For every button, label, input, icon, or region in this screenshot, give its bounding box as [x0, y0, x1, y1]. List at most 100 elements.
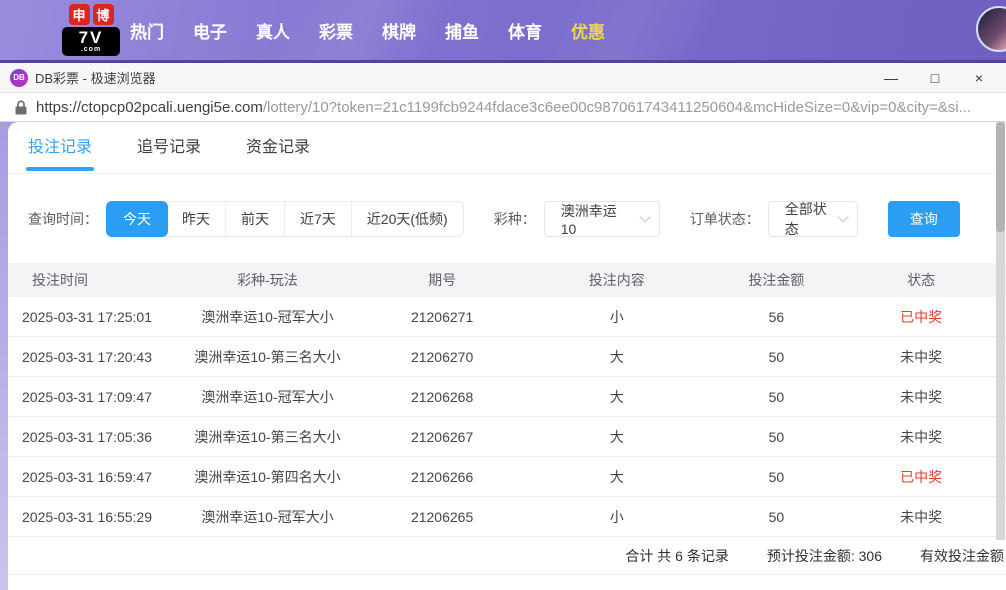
- lottery-select-value: 澳洲幸运10: [560, 203, 617, 237]
- bet-amount-cell: 50: [768, 348, 785, 365]
- bet-time-cell: 2025-03-31 17:05:36: [22, 428, 152, 445]
- status-filter-label: 订单状态：: [689, 211, 760, 227]
- bet-content-cell: 大: [609, 348, 624, 365]
- nav-item-fishing[interactable]: 捕鱼: [445, 18, 479, 43]
- page-content: 投注记录 追号记录 资金记录 查询时间： 今天 昨天 前天 近7天 近20天(低…: [0, 122, 1006, 590]
- lottery-select[interactable]: 澳洲幸运10: [543, 201, 660, 237]
- url-host: https://ctopcp02pcali.uengi5e.com: [36, 98, 263, 116]
- bet-content-cell: 小: [609, 508, 624, 525]
- chevron-down-icon: [837, 211, 849, 223]
- user-avatar[interactable]: [976, 6, 1006, 52]
- chevron-down-icon: [639, 211, 651, 223]
- nav-item-slots[interactable]: 电子: [193, 18, 227, 43]
- tab-bet-records[interactable]: 投注记录: [28, 122, 92, 174]
- bet-content-cell: 大: [609, 388, 624, 405]
- issue-cell: 21206267: [410, 428, 474, 445]
- summary-valid-amount: 有效投注金额: [920, 547, 1004, 564]
- issue-cell: 21206271: [410, 308, 474, 325]
- game-play-cell: 澳洲幸运10-第四名大小: [194, 468, 341, 485]
- bet-time-cell: 2025-03-31 16:55:29: [22, 508, 152, 525]
- window-title: DB彩票 - 极速浏览器: [35, 71, 156, 86]
- tab-chase-records[interactable]: 追号记录: [137, 122, 201, 174]
- browser-tab-favicon: DB: [10, 68, 28, 87]
- bet-content-cell: 大: [609, 468, 624, 485]
- nav-item-lottery[interactable]: 彩票: [319, 18, 353, 43]
- site-nav: 热门 电子 真人 彩票 棋牌 捕鱼 体育 优惠: [130, 18, 605, 43]
- tab-fund-records[interactable]: 资金记录: [246, 122, 310, 174]
- bet-amount-cell: 50: [768, 428, 785, 445]
- lottery-filter-label: 彩种：: [493, 211, 536, 227]
- status-cell: 未中奖: [900, 388, 943, 405]
- header-status: 状态: [907, 272, 936, 288]
- time-filter-label: 查询时间：: [28, 211, 98, 227]
- logo-badge-left: 申: [68, 4, 90, 25]
- logo-badge-right: 博: [92, 4, 114, 25]
- header-game-play: 彩种-玩法: [237, 272, 298, 288]
- logo-brand-suffix: .com: [80, 46, 102, 53]
- bet-time-cell: 2025-03-31 16:59:47: [22, 468, 152, 485]
- nav-item-promo[interactable]: 优惠: [571, 18, 605, 43]
- time-option-7days[interactable]: 近7天: [284, 202, 351, 236]
- site-logo[interactable]: 申 博 7V .com: [62, 4, 120, 56]
- url-path: /lottery/10?token=21c1199fcb9244fdace3c6…: [262, 98, 972, 116]
- status-cell: 已中奖: [900, 468, 943, 485]
- nav-item-chess[interactable]: 棋牌: [382, 18, 416, 43]
- logo-brand-text: 7V: [78, 28, 104, 47]
- table-row: 2025-03-31 17:09:47 澳洲幸运10-冠军大小 21206268…: [8, 377, 1006, 417]
- record-tabs: 投注记录 追号记录 资金记录: [8, 122, 1006, 174]
- minimize-button[interactable]: —: [882, 71, 900, 85]
- logo-badges: 申 博: [62, 4, 120, 25]
- header-bet-content: 投注内容: [588, 272, 645, 288]
- summary-total: 合计 共 6 条记录: [625, 547, 729, 564]
- issue-cell: 21206270: [410, 348, 474, 365]
- time-filter-group: 今天 昨天 前天 近7天 近20天(低频): [106, 201, 464, 237]
- time-option-today[interactable]: 今天: [106, 201, 168, 237]
- issue-cell: 21206266: [410, 468, 474, 485]
- summary-expected-amount: 预计投注金额: 306: [766, 547, 882, 564]
- query-button[interactable]: 查询: [887, 201, 960, 237]
- nav-item-sports[interactable]: 体育: [508, 18, 542, 43]
- close-button[interactable]: ×: [970, 71, 988, 85]
- status-cell: 已中奖: [900, 308, 943, 325]
- bet-time-cell: 2025-03-31 17:20:43: [22, 348, 152, 365]
- table-row: 2025-03-31 16:59:47 澳洲幸运10-第四名大小 2120626…: [8, 457, 1006, 497]
- site-topbar: 申 博 7V .com 热门 电子 真人 彩票 棋牌 捕鱼 体育 优惠: [0, 0, 1006, 60]
- game-play-cell: 澳洲幸运10-第三名大小: [194, 428, 341, 445]
- time-option-yesterday[interactable]: 昨天: [167, 202, 225, 236]
- bet-time-cell: 2025-03-31 17:09:47: [22, 388, 152, 405]
- status-cell: 未中奖: [900, 348, 943, 365]
- bet-amount-cell: 50: [768, 508, 785, 525]
- address-bar[interactable]: https://ctopcp02pcali.uengi5e.com/lotter…: [0, 92, 1006, 122]
- filter-bar: 查询时间： 今天 昨天 前天 近7天 近20天(低频) 彩种： 澳洲幸运10 订…: [8, 201, 1006, 237]
- window-controls: — □ ×: [882, 71, 988, 85]
- table-row: 2025-03-31 17:20:43 澳洲幸运10-第三名大小 2120627…: [8, 337, 1006, 377]
- bet-content-cell: 小: [609, 308, 624, 325]
- nav-item-live[interactable]: 真人: [256, 18, 290, 43]
- issue-cell: 21206268: [410, 388, 474, 405]
- scrollbar-thumb[interactable]: [996, 122, 1005, 232]
- game-play-cell: 澳洲幸运10-冠军大小: [201, 308, 334, 325]
- bet-amount-cell: 56: [768, 308, 785, 325]
- nav-item-hot[interactable]: 热门: [130, 18, 164, 43]
- table-row: 2025-03-31 17:25:01 澳洲幸运10-冠军大小 21206271…: [8, 297, 1006, 337]
- game-play-cell: 澳洲幸运10-冠军大小: [201, 388, 334, 405]
- bet-content-cell: 大: [609, 428, 624, 445]
- status-select-value: 全部状态: [784, 201, 827, 237]
- time-option-daybefore[interactable]: 前天: [225, 202, 284, 236]
- maximize-button[interactable]: □: [926, 71, 944, 85]
- browser-titlebar: DB DB彩票 - 极速浏览器 — □ ×: [0, 60, 1006, 92]
- table-summary-row: 合计 共 6 条记录 预计投注金额: 306 有效投注金额: [8, 537, 1006, 575]
- order-status-select[interactable]: 全部状态: [767, 201, 858, 237]
- bet-amount-cell: 50: [768, 388, 785, 405]
- url-text: https://ctopcp02pcali.uengi5e.com/lotter…: [36, 99, 971, 116]
- vertical-scrollbar[interactable]: [996, 122, 1005, 540]
- time-option-20days[interactable]: 近20天(低频): [350, 202, 463, 236]
- records-card: 投注记录 追号记录 资金记录 查询时间： 今天 昨天 前天 近7天 近20天(低…: [8, 122, 1006, 590]
- bet-amount-cell: 50: [768, 468, 785, 485]
- header-bet-time: 投注时间: [32, 272, 88, 288]
- issue-cell: 21206265: [410, 508, 474, 525]
- table-row: 2025-03-31 16:55:29 澳洲幸运10-冠军大小 21206265…: [8, 497, 1006, 537]
- table-row: 2025-03-31 17:05:36 澳洲幸运10-第三名大小 2120626…: [8, 417, 1006, 457]
- game-play-cell: 澳洲幸运10-冠军大小: [201, 508, 334, 525]
- status-cell: 未中奖: [900, 508, 943, 525]
